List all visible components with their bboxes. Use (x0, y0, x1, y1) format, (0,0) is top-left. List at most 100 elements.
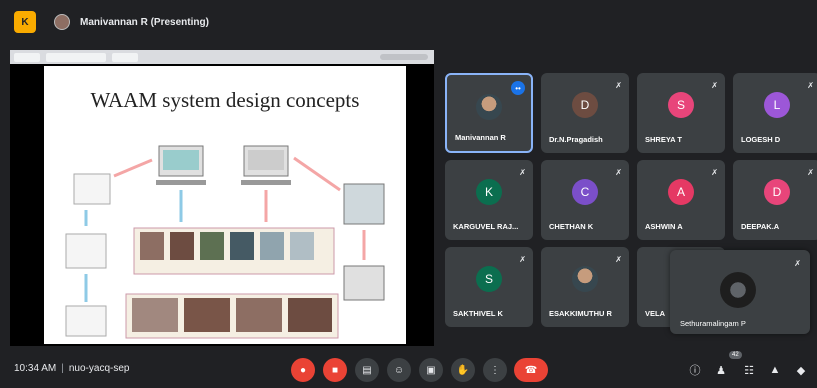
browser-controls (380, 54, 428, 60)
diagram-photo (140, 232, 164, 260)
emoji-icon[interactable]: ☺ (387, 358, 411, 382)
participant-name: DEEPAK.A (741, 222, 780, 231)
diagram-keyboard (156, 180, 206, 185)
diagram-screen (163, 150, 199, 170)
diagram-photo (260, 232, 284, 260)
diagram-photo (290, 232, 314, 260)
diagram-photo (184, 298, 230, 332)
presenter-avatar (54, 14, 70, 30)
meeting-code: nuo-yacq-sep (68, 363, 130, 374)
participant-name: Manivannan R (455, 133, 506, 142)
audio-wave-icon: •• (511, 81, 525, 95)
participant-name: CHETHAN K (549, 222, 594, 231)
participant-avatar: D (572, 92, 598, 118)
present-icon[interactable]: ▣ (419, 358, 443, 382)
activities-icon[interactable]: ▲ (766, 361, 784, 379)
diagram-photo (288, 298, 332, 332)
participant-name: SAKTHIVEL K (453, 309, 503, 318)
participant-photo (720, 272, 756, 308)
slide-diagram (65, 145, 385, 339)
participant-name: KARGUVEL RAJ... (453, 222, 519, 231)
shared-screen[interactable]: WAAM system design concepts (10, 50, 434, 346)
mic-off-icon: ✗ (615, 168, 622, 177)
raise-hand-icon[interactable]: ✋ (451, 358, 475, 382)
mic-off-icon: ✗ (794, 259, 801, 268)
participant-avatar: L (764, 92, 790, 118)
mic-off-icon[interactable]: ● (291, 358, 315, 382)
participant-name: ESAKKIMUTHU R (549, 309, 612, 318)
participant-tile[interactable]: •• Manivannan R (445, 73, 533, 153)
participant-avatar: D (764, 179, 790, 205)
more-options-icon[interactable]: ⋮ (483, 358, 507, 382)
mic-off-icon: ✗ (615, 255, 622, 264)
app-logo-letter: K (21, 16, 29, 28)
diagram-arrow (293, 156, 341, 192)
participant-tile[interactable]: S ✗ SHREYA T (637, 73, 725, 153)
avatar-initial: D (580, 98, 590, 112)
meeting-info: 10:34 AM | nuo-yacq-sep (14, 363, 129, 374)
participant-tile[interactable]: C ✗ CHETHAN K (541, 160, 629, 240)
browser-tab (46, 52, 106, 62)
diagram-box (343, 265, 385, 301)
mic-off-icon: ✗ (807, 168, 814, 177)
diagram-box (65, 233, 107, 269)
participant-tile[interactable]: A ✗ ASHWIN A (637, 160, 725, 240)
avatar-initial: D (772, 185, 782, 199)
participant-name: SHREYA T (645, 135, 682, 144)
participant-tile[interactable]: D ✗ Dr.N.Pragadish (541, 73, 629, 153)
participant-name: Dr.N.Pragadish (549, 135, 603, 144)
diagram-arrow (113, 158, 153, 178)
app-logo[interactable]: K (14, 11, 36, 33)
browser-tab (14, 52, 40, 62)
participant-name: ASHWIN A (645, 222, 683, 231)
host-controls-icon[interactable]: ◆ (792, 361, 810, 379)
participant-tile[interactable]: D ✗ DEEPAK.A (733, 160, 817, 240)
info-icon[interactable]: ⓘ (686, 361, 704, 379)
diagram-keyboard (241, 180, 291, 185)
participant-name: VELA (645, 309, 666, 318)
floating-participant-tile[interactable]: ✗ Sethuramalingam P (670, 250, 810, 334)
top-bar: K Manivannan R (Presenting) (0, 0, 817, 44)
diagram-photo (236, 298, 282, 332)
participant-photo (572, 266, 598, 292)
participant-count-badge: 42 (729, 351, 742, 359)
participant-tile[interactable]: ✗ ESAKKIMUTHU R (541, 247, 629, 327)
diagram-box (343, 183, 385, 225)
mic-off-icon: ✗ (711, 168, 718, 177)
participant-avatar: S (668, 92, 694, 118)
separator: | (61, 363, 64, 374)
mic-off-icon: ✗ (519, 255, 526, 264)
end-call-icon[interactable]: ☎ (514, 358, 548, 382)
diagram-box (65, 305, 107, 337)
people-icon[interactable]: ♟ (712, 361, 730, 379)
participant-photo (476, 94, 502, 120)
diagram-photo (132, 298, 178, 332)
presenter-title: Manivannan R (Presenting) (80, 16, 209, 28)
diagram-photo (200, 232, 224, 260)
avatar-initial: S (676, 98, 685, 112)
mic-off-icon: ✗ (711, 81, 718, 90)
mic-off-icon: ✗ (615, 81, 622, 90)
diagram-photo (170, 232, 194, 260)
diagram-photo (230, 232, 254, 260)
shared-browser-bar (10, 50, 434, 64)
presentation-slide: WAAM system design concepts (44, 66, 406, 344)
participant-avatar: K (476, 179, 502, 205)
avatar-initial: S (484, 272, 493, 286)
browser-tab (112, 52, 138, 62)
captions-icon[interactable]: ▤ (355, 358, 379, 382)
meeting-time: 10:34 AM (14, 363, 57, 374)
chat-icon[interactable]: ☷ (740, 361, 758, 379)
participant-avatar: S (476, 266, 502, 292)
diagram-box (73, 173, 111, 205)
bottom-bar: 10:34 AM | nuo-yacq-sep ● ■ ▤ ☺ ▣ ✋ ⋮ ☎ ⓘ … (0, 351, 817, 388)
mic-off-icon: ✗ (807, 81, 814, 90)
participant-tile[interactable]: L ✗ LOGESH D (733, 73, 817, 153)
diagram-screen (248, 150, 284, 170)
avatar-initial: L (773, 98, 781, 112)
participant-tile[interactable]: S ✗ SAKTHIVEL K (445, 247, 533, 327)
avatar-initial: C (580, 185, 590, 199)
avatar-initial: A (676, 185, 685, 199)
participant-tile[interactable]: K ✗ KARGUVEL RAJ... (445, 160, 533, 240)
camera-off-icon[interactable]: ■ (323, 358, 347, 382)
